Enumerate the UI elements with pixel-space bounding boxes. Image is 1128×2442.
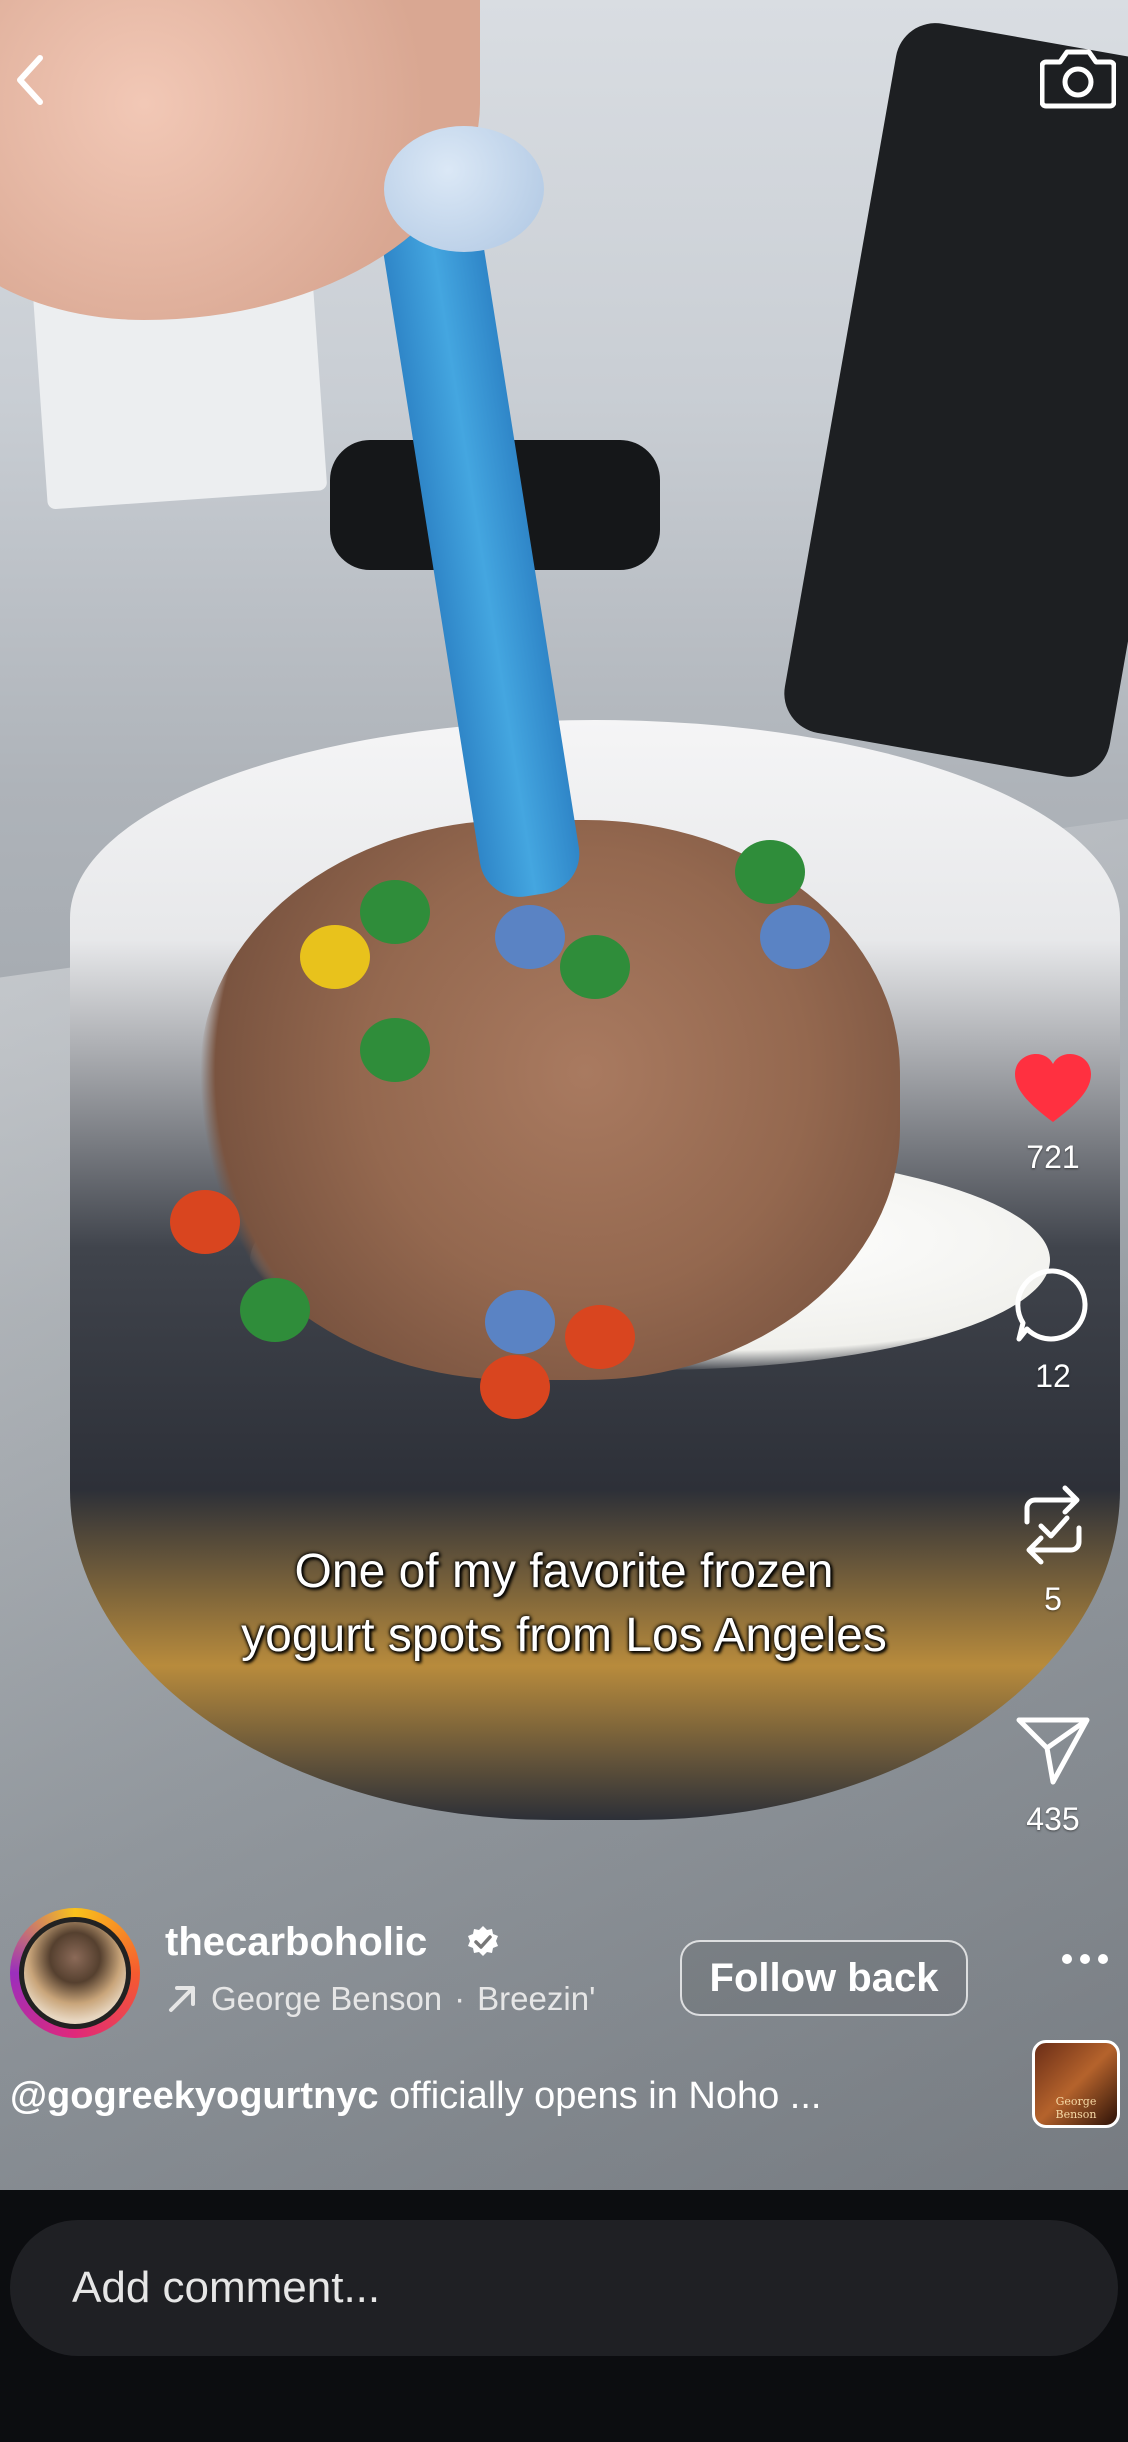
comment-action[interactable]: 12 (978, 1265, 1128, 1395)
candy-yellow (300, 925, 370, 989)
music-artist: George Benson (211, 1980, 443, 2017)
caption-line: One of my favorite frozen (294, 1545, 834, 1598)
comment-bar (0, 2190, 1128, 2442)
arrow-up-right-icon (169, 1986, 195, 2012)
candy-green (360, 880, 430, 944)
music-attribution[interactable]: George Benson · Breezin' (165, 1980, 595, 2018)
avatar-image (19, 1917, 131, 2029)
chevron-left-icon (17, 55, 43, 105)
share-count: 435 (1026, 1801, 1080, 1837)
author-row: thecarboholic George Benson · Breezin' F… (10, 1908, 1120, 2038)
video-caption: One of my favorite frozen yogurt spots f… (0, 1540, 1128, 1668)
music-track: Breezin' (477, 1980, 596, 2017)
repost-icon (1024, 1485, 1082, 1565)
heart-icon (1015, 1054, 1091, 1122)
candy-green (360, 1018, 430, 1082)
music-separator: · (454, 1980, 466, 2017)
repost-count: 5 (1044, 1581, 1062, 1617)
camera-button[interactable] (1039, 42, 1117, 117)
like-count: 721 (1026, 1139, 1080, 1175)
back-button[interactable] (10, 50, 50, 115)
fingernail (384, 126, 544, 252)
comment-bubble-icon (1015, 1268, 1088, 1342)
repost-action[interactable]: 5 (978, 1482, 1128, 1618)
caption-line: yogurt spots from Los Angeles (241, 1609, 887, 1662)
follow-back-button[interactable]: Follow back (680, 1940, 968, 2016)
candy-green (240, 1278, 310, 1342)
like-action[interactable]: 721 (978, 1052, 1128, 1176)
comment-field-container[interactable] (10, 2220, 1118, 2356)
avatar[interactable] (10, 1908, 140, 2038)
more-horizontal-icon[interactable] (1060, 1952, 1110, 1966)
reel-video[interactable] (0, 0, 1128, 2190)
candy-blue (485, 1290, 555, 1354)
description-text: officially opens in Noho ... (378, 2075, 822, 2117)
candy-orange (480, 1355, 550, 1419)
camera-icon (1039, 49, 1117, 109)
post-description[interactable]: @gogreekyogurtnyc officially opens in No… (10, 2075, 970, 2118)
share-action[interactable]: 435 (978, 1712, 1128, 1838)
tablet-device (777, 16, 1128, 784)
candy-blue (760, 905, 830, 969)
candy-green (735, 840, 805, 904)
candy-orange (170, 1190, 240, 1254)
mention-link[interactable]: @gogreekyogurtnyc (10, 2075, 379, 2117)
send-icon (1016, 1717, 1090, 1785)
username[interactable]: thecarboholic (165, 1920, 427, 1965)
comment-input[interactable] (70, 2262, 974, 2314)
candy-blue (495, 905, 565, 969)
candy-orange (565, 1305, 635, 1369)
album-thumbnail[interactable]: George Benson (1032, 2040, 1120, 2128)
comment-count: 12 (1035, 1358, 1071, 1394)
album-label: George Benson (1055, 2095, 1097, 2121)
verified-badge-icon (468, 1926, 498, 1956)
candy-green (560, 935, 630, 999)
